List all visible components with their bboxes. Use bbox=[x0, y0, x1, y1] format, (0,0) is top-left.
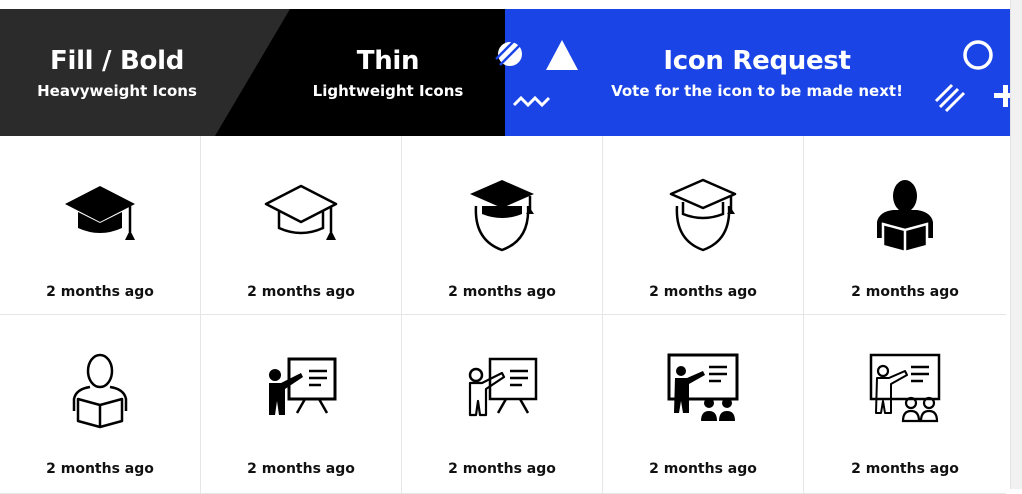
tab-icon-request-subtitle: Vote for the icon to be made next! bbox=[611, 81, 903, 100]
icon-date: 2 months ago bbox=[851, 461, 959, 477]
tab-fill-bold[interactable]: Fill / Bold Heavyweight Icons bbox=[0, 9, 234, 136]
tab-icon-request[interactable]: Icon Request Vote for the icon to be mad… bbox=[600, 9, 914, 136]
icon-date: 2 months ago bbox=[448, 461, 556, 477]
graduation-cap-fill-icon bbox=[60, 176, 140, 256]
icon-card[interactable]: 2 months ago bbox=[201, 315, 402, 494]
icon-card[interactable]: 2 months ago bbox=[201, 136, 402, 315]
student-graduate-thin-icon bbox=[663, 176, 743, 256]
classroom-thin-icon bbox=[865, 351, 945, 431]
icon-date: 2 months ago bbox=[649, 461, 757, 477]
page-scrollbar[interactable] bbox=[1010, 0, 1022, 489]
tab-fill-bold-title: Fill / Bold bbox=[50, 45, 184, 76]
classroom-fill-icon bbox=[663, 351, 743, 431]
icon-style-banner: Fill / Bold Heavyweight Icons Thin Light… bbox=[0, 9, 1010, 136]
tab-thin[interactable]: Thin Lightweight Icons bbox=[290, 9, 486, 136]
icon-grid: 2 months ago 2 months ago 2 months ago 2… bbox=[0, 136, 1010, 494]
icon-card[interactable]: 2 months ago bbox=[0, 136, 201, 315]
icon-card[interactable]: 2 months ago bbox=[603, 136, 804, 315]
icon-card[interactable]: 2 months ago bbox=[402, 136, 603, 315]
tab-thin-subtitle: Lightweight Icons bbox=[312, 81, 464, 100]
icon-card[interactable]: 2 months ago bbox=[402, 315, 603, 494]
icon-card[interactable]: 2 months ago bbox=[0, 315, 201, 494]
icon-card[interactable]: 2 months ago bbox=[804, 315, 1006, 494]
icon-date: 2 months ago bbox=[46, 284, 154, 300]
teacher-board-fill-icon bbox=[261, 351, 341, 431]
icon-date: 2 months ago bbox=[448, 284, 556, 300]
icon-date: 2 months ago bbox=[649, 284, 757, 300]
icon-card[interactable]: 2 months ago bbox=[804, 136, 1006, 315]
tab-fill-bold-subtitle: Heavyweight Icons bbox=[37, 81, 197, 100]
icon-date: 2 months ago bbox=[247, 461, 355, 477]
icon-grid-row: 2 months ago 2 months ago 2 months ago 2… bbox=[0, 315, 1010, 494]
teacher-board-thin-icon bbox=[462, 351, 542, 431]
tab-thin-title: Thin bbox=[356, 45, 420, 76]
icon-date: 2 months ago bbox=[247, 284, 355, 300]
student-graduate-fill-icon bbox=[462, 176, 542, 256]
reader-thin-icon bbox=[60, 351, 140, 431]
graduation-cap-thin-icon bbox=[261, 176, 341, 256]
icon-date: 2 months ago bbox=[46, 461, 154, 477]
icon-grid-row: 2 months ago 2 months ago 2 months ago 2… bbox=[0, 136, 1010, 315]
reader-fill-icon bbox=[865, 176, 945, 256]
icon-card[interactable]: 2 months ago bbox=[603, 315, 804, 494]
icon-date: 2 months ago bbox=[851, 284, 959, 300]
tab-icon-request-title: Icon Request bbox=[663, 45, 851, 76]
